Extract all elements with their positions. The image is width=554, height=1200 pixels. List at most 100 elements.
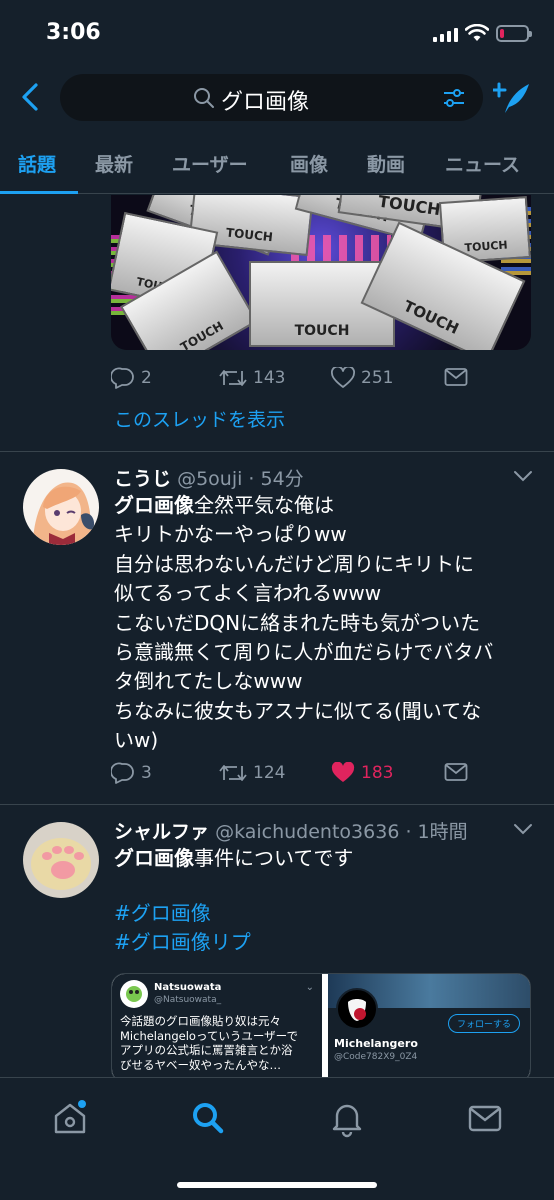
wifi-icon	[465, 24, 489, 41]
retweet-count: 124	[253, 763, 286, 783]
cat-paw-avatar-image	[23, 822, 99, 898]
tweet-text-line: 全然平気な俺は	[194, 493, 334, 517]
embedded-text: 今話題のグロ画像貼り奴は元々 Michelangeloっていうユーザーで アプリ…	[120, 1014, 298, 1072]
tweet-media-image[interactable]: Natsuowata @Natsuowata_ ⌄ 今話題のグロ画像貼り奴は元々…	[111, 973, 531, 1077]
search-icon[interactable]	[188, 1098, 228, 1138]
anime-girl-avatar-image	[23, 469, 99, 545]
tweet-header: こうじ @5ouji · 54分	[114, 464, 304, 491]
embedded-text-line: アプリの公式垢に罵詈雑言とか浴	[120, 1043, 293, 1057]
dm-share-button[interactable]	[444, 762, 468, 782]
bottom-tab-bar	[0, 1077, 554, 1200]
embedded-handle: @Code782X9_0Z4	[334, 1052, 418, 1062]
back-button[interactable]	[16, 80, 46, 114]
display-name[interactable]: シャルファ	[114, 821, 209, 843]
heart-icon	[331, 367, 355, 388]
mask-avatar-icon	[336, 988, 378, 1030]
tab-people[interactable]: ユーザー	[172, 150, 248, 177]
like-button[interactable]: 251	[331, 367, 393, 389]
chevron-down-icon: ⌄	[305, 982, 314, 993]
retweet-button[interactable]: 124	[219, 762, 285, 784]
hashtags: #グロ画像 #グロ画像リプ	[114, 899, 539, 957]
search-input[interactable]: グロ画像	[60, 74, 483, 121]
messages-icon[interactable]	[465, 1098, 505, 1138]
retweet-button[interactable]: 143	[219, 367, 285, 389]
reply-count: 3	[141, 763, 152, 783]
tweet-actions: 3 124 183	[111, 762, 471, 792]
dm-share-button[interactable]	[444, 367, 468, 387]
tweet-text-line: いw)	[114, 728, 159, 753]
tweet-text-line: 事件についてです	[194, 846, 354, 870]
retweet-icon	[219, 370, 247, 386]
chevron-down-icon[interactable]	[512, 821, 534, 837]
search-query: グロ画像	[221, 90, 310, 115]
home-indicator	[177, 1182, 377, 1188]
tab-latest[interactable]: 最新	[95, 150, 133, 177]
status-bar: 3:06	[0, 0, 554, 68]
hashtag-link[interactable]: #グロ画像	[114, 899, 539, 928]
show-thread-link[interactable]: このスレッドを表示	[114, 405, 285, 432]
tweet[interactable]: シャルファ @kaichudento3636 · 1時間 グロ画像事件についてで…	[0, 805, 554, 1077]
tweet-header: シャルファ @kaichudento3636 · 1時間	[114, 817, 468, 844]
battery-icon	[496, 25, 532, 42]
tab-top[interactable]: 話題	[18, 150, 56, 177]
notifications-bell-icon[interactable]	[327, 1098, 367, 1138]
tweet-actions: 2 143 251	[111, 367, 471, 397]
like-count: 251	[361, 368, 394, 388]
embedded-text-line: びせるヤベー奴やったんやな…	[120, 1057, 281, 1072]
chevron-down-icon[interactable]	[512, 468, 534, 484]
tab-news[interactable]: ニュース	[445, 150, 520, 177]
tweet-text-line: 自分は思わないんだけど周りにキリトに	[114, 551, 474, 576]
avatar	[120, 980, 148, 1008]
search-header: グロ画像	[0, 68, 554, 128]
reply-count: 2	[141, 368, 152, 388]
reply-icon	[111, 367, 134, 389]
status-time: 3:06	[46, 20, 101, 45]
handle-and-time: @kaichudento3636 · 1時間	[215, 821, 468, 843]
display-name[interactable]: こうじ	[114, 468, 171, 490]
tweet-text: グロ画像事件についてです	[114, 844, 539, 873]
active-tab-indicator	[0, 191, 78, 194]
reply-icon	[111, 762, 134, 784]
tweet-media-image[interactable]: TOUCH TOUCH TOUCH TOUCH TOUCH TOUCH TOUC…	[111, 195, 531, 350]
avatar[interactable]	[23, 822, 99, 898]
reply-button[interactable]: 3	[111, 762, 152, 784]
avatar[interactable]	[23, 469, 99, 545]
handle-and-time: @5ouji · 54分	[177, 468, 304, 490]
timeline: TOUCH TOUCH TOUCH TOUCH TOUCH TOUCH TOUC…	[0, 195, 554, 1077]
like-button[interactable]: 183	[331, 762, 393, 784]
search-icon	[194, 88, 214, 108]
follow-button: フォローする	[448, 1014, 521, 1033]
embedded-text-line: 今話題のグロ画像貼り奴は元々	[120, 1014, 281, 1028]
embedded-profile-screenshot: フォローする Michelangero @Code782X9_0Z4	[328, 974, 530, 1077]
embedded-name: Natsuowata	[154, 982, 222, 993]
tweet-text-line: キリトかなーやっぱりww	[114, 522, 347, 547]
search-highlight: グロ画像	[114, 493, 194, 517]
battery-level	[500, 29, 505, 38]
embedded-name: Michelangero	[334, 1037, 418, 1050]
tweet-text-line: ら意識無くて周りに人が血だらけでバタバ	[114, 640, 494, 665]
like-count: 183	[361, 763, 394, 783]
retweet-icon	[219, 765, 247, 781]
tab-photos[interactable]: 画像	[290, 150, 328, 177]
embedded-handle: @Natsuowata_	[154, 995, 222, 1005]
reply-button[interactable]: 2	[111, 367, 152, 389]
hashtag-link[interactable]: #グロ画像リプ	[114, 928, 539, 957]
home-icon[interactable]	[50, 1098, 90, 1138]
tweet-text-line: こないだDQNに絡まれた時も気がついた	[114, 610, 481, 635]
heart-filled-icon	[331, 762, 355, 782]
filter-icon[interactable]	[443, 87, 465, 109]
tweet-text: グロ画像全然平気な俺は キリトかなーやっぱりww 自分は思わないんだけど周りにキ…	[114, 491, 539, 756]
tweet-text-line: タ倒れてたしなwww	[114, 669, 303, 694]
embedded-text-line: Michelangeloっていうユーザーで	[120, 1028, 298, 1043]
tweet-text-line: 似てるってよく言われるwww	[114, 581, 382, 606]
tweet-text-line: ちなみに彼女もアスナに似てる(聞いてな	[114, 698, 482, 723]
compose-tweet-button[interactable]	[493, 80, 533, 116]
cellular-signal-icon	[433, 28, 458, 42]
mail-icon	[444, 763, 468, 781]
tweet[interactable]: こうじ @5ouji · 54分 グロ画像全然平気な俺は キリトかなーやっぱりw…	[0, 452, 554, 804]
retweet-count: 143	[253, 368, 286, 388]
tab-videos[interactable]: 動画	[367, 150, 405, 177]
mail-icon	[444, 368, 468, 386]
search-tabs: 話題 最新 ユーザー 画像 動画 ニュース	[0, 134, 554, 194]
embedded-tweet-screenshot: Natsuowata @Natsuowata_ ⌄ 今話題のグロ画像貼り奴は元々…	[112, 974, 322, 1077]
